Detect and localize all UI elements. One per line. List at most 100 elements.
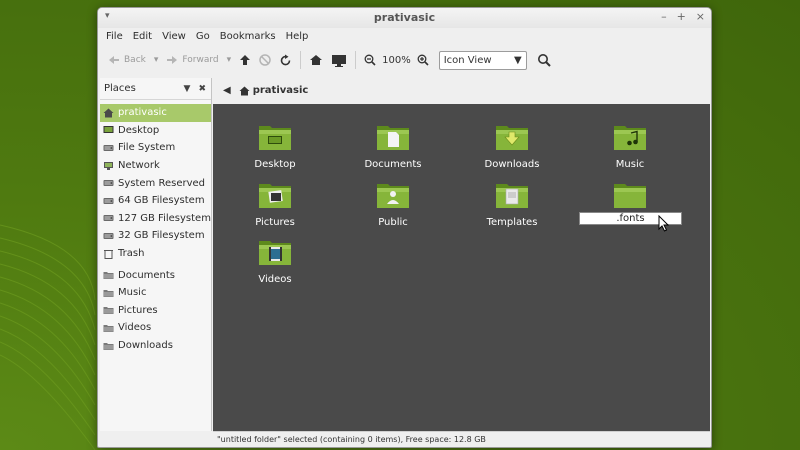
sidebar-item-file-system[interactable]: File System [100,139,211,157]
videos-folder-icon [259,241,291,265]
path-back-chevron-icon[interactable]: ◀ [223,85,231,96]
zoom-in-button[interactable] [413,49,433,71]
file-item-desktop[interactable]: Desktop [225,122,325,170]
sidebar-type-dropdown[interactable]: ▼ [184,84,191,94]
up-arrow-icon [240,55,251,65]
drive-icon [103,231,114,241]
view-mode-value: Icon View [443,54,492,66]
sidebar-item-label: 127 GB Filesystem [118,212,211,224]
sidebar-item-music[interactable]: Music [100,284,211,302]
forward-arrow-icon [167,56,178,64]
maximize-icon[interactable]: + [677,10,686,23]
trash-icon [103,249,114,259]
menu-go[interactable]: Go [196,31,210,42]
zoom-out-icon [364,54,376,66]
folder-icon [103,305,114,315]
view-mode-select[interactable]: Icon View ▼ [438,50,527,70]
minimize-icon[interactable]: – [661,10,667,23]
forward-button[interactable]: Forward [162,49,222,71]
file-item-music[interactable]: Music [580,122,680,170]
back-arrow-icon [109,56,119,64]
menu-view[interactable]: View [162,31,186,42]
mouse-pointer-icon [658,215,670,232]
file-item-documents[interactable]: Documents [343,122,443,170]
sidebar-item-prativasic[interactable]: prativasic [100,104,211,122]
home-icon [310,55,323,65]
close-sidebar-icon[interactable]: ✖ [198,84,206,94]
sidebar-item-label: Network [118,160,160,172]
menu-help[interactable]: Help [286,31,309,42]
home-icon [239,86,250,95]
toolbar-separator [300,51,302,69]
computer-icon [332,54,347,67]
title-bar[interactable]: ▾ prativasic – + × [98,8,711,28]
sidebar-item-label: Downloads [118,340,173,352]
path-bar: ◀ prativasic [213,78,710,103]
search-button[interactable] [533,49,555,71]
sidebar-item-label: Pictures [118,304,158,316]
folder-icon [103,270,114,280]
drive-icon [103,196,114,206]
back-button[interactable]: Back [104,49,150,71]
computer-button[interactable] [327,49,351,71]
zoom-in-icon [417,54,429,66]
forward-history-dropdown[interactable]: ▾ [223,49,236,71]
file-item-label: Templates [486,217,538,228]
downloads-folder-icon [496,126,528,150]
sidebar-item-label: File System [118,142,176,154]
close-icon[interactable]: × [696,10,705,23]
sidebar-item-64-gb-filesystem[interactable]: 64 GB Filesystem [100,192,211,210]
file-item-public[interactable]: Public [343,180,443,228]
menu-edit[interactable]: Edit [133,31,152,42]
menu-bookmarks[interactable]: Bookmarks [220,31,276,42]
sidebar-item-documents[interactable]: Documents [100,266,211,284]
home-button[interactable] [305,49,327,71]
breadcrumb-home[interactable]: prativasic [239,85,308,96]
sidebar-item-trash[interactable]: Trash [100,245,211,263]
sidebar-item-label: Videos [118,322,152,334]
status-bar: "untitled folder" selected (containing 0… [213,431,710,447]
sidebar-item-label: Documents [118,269,176,281]
menu-file[interactable]: File [106,31,123,42]
reload-button[interactable] [275,49,296,71]
file-item-videos[interactable]: Videos [225,237,325,285]
sidebar-item-system-reserved[interactable]: System Reserved [100,174,211,192]
file-item-downloads[interactable]: Downloads [462,122,562,170]
sidebar-item-label: System Reserved [118,177,206,189]
file-item-templates[interactable]: Templates [462,180,562,228]
file-item-label: Videos [258,274,292,285]
pictures-folder-icon [259,184,291,208]
back-history-dropdown[interactable]: ▾ [150,49,163,71]
file-item-label: Pictures [255,217,295,228]
up-button[interactable] [235,49,255,71]
folder-icon [103,288,114,298]
file-manager-window: ▾ prativasic – + × File Edit View Go Boo… [97,7,712,448]
sidebar-item-network[interactable]: Network [100,157,211,175]
file-item-pictures[interactable]: Pictures [225,180,325,228]
folder-icon [103,341,114,351]
sidebar-item-videos[interactable]: Videos [100,319,211,337]
sidebar-item-desktop[interactable]: Desktop [100,122,211,140]
network-icon [103,161,114,171]
sidebar-item-label: 32 GB Filesystem [118,230,205,242]
chevron-down-icon: ▾ [226,55,232,65]
search-icon [537,54,551,67]
sidebar-item-127-gb-filesystem[interactable]: 127 GB Filesystem [100,210,211,228]
desktop-icon [103,125,114,135]
file-item-label: Music [615,159,645,170]
file-view[interactable]: Desktop Documents Downloads Music Pictures Pu… [213,104,710,431]
sidebar-item-pictures[interactable]: Pictures [100,302,211,320]
zoom-out-button[interactable] [360,49,380,71]
toolbar: Back ▾ Forward ▾ 100% Icon View ▼ [98,45,711,75]
public-folder-icon [377,184,409,208]
sidebar-item-downloads[interactable]: Downloads [100,337,211,355]
home-icon [103,108,114,118]
sidebar-item-32-gb-filesystem[interactable]: 32 GB Filesystem [100,227,211,245]
sidebar-item-label: 64 GB Filesystem [118,195,205,207]
chevron-down-icon: ▾ [153,55,159,65]
desktop-folder-icon [259,126,291,150]
stop-button[interactable] [255,49,275,71]
file-item-label: Documents [364,159,422,170]
sidebar-item-label: Desktop [118,124,160,136]
music-folder-icon [614,126,646,150]
